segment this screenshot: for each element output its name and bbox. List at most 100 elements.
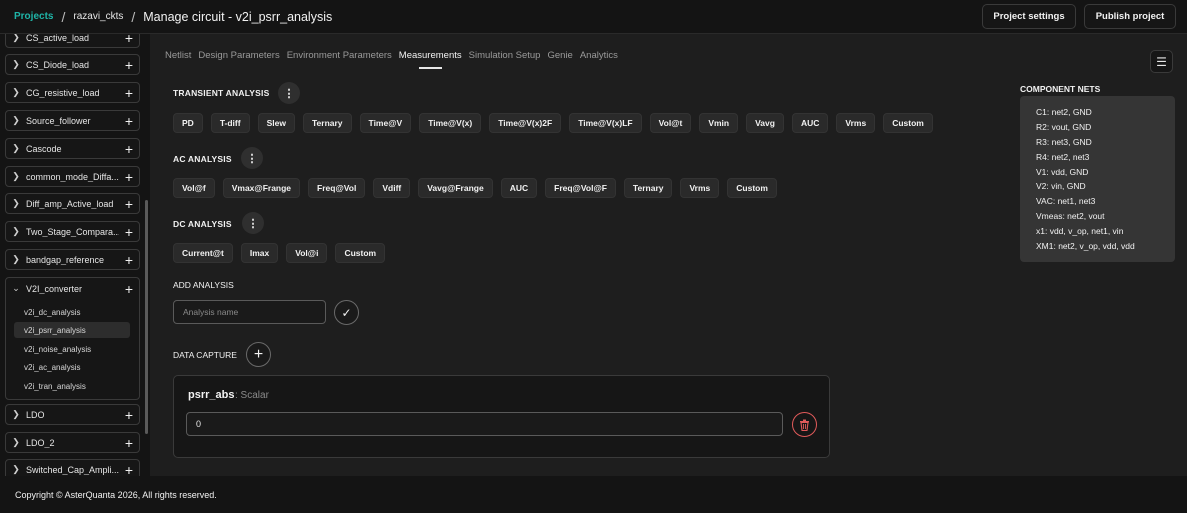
chip-vol-at-i[interactable]: Vol@i (286, 243, 328, 263)
sidebar-item-ldo[interactable]: ❯ LDO + (5, 404, 140, 425)
sidebar-item-source-follower[interactable]: ❯ Source_follower + (5, 110, 140, 131)
add-icon[interactable]: + (119, 225, 139, 239)
sidebar-item-cs-active-load[interactable]: ❯ CS_active_load + (5, 34, 140, 48)
capture-card: psrr_abs : Scalar 0 (173, 375, 830, 458)
menu-icon[interactable]: ☰ (1150, 50, 1173, 73)
sidebar-item-cascode[interactable]: ❯ Cascode + (5, 138, 140, 159)
trash-icon[interactable] (792, 412, 817, 437)
chip-vrms[interactable]: Vrms (680, 178, 720, 198)
chip-t-diff[interactable]: T-diff (210, 113, 250, 133)
capture-value-input[interactable]: 0 (186, 412, 783, 436)
chip-vmin[interactable]: Vmin (699, 113, 739, 133)
analysis-name-input[interactable] (173, 300, 326, 324)
chevron-right-icon[interactable]: ❯ (6, 226, 26, 237)
chip-vavg-at-frange[interactable]: Vavg@Frange (418, 178, 493, 198)
chevron-right-icon[interactable]: ❯ (6, 115, 26, 126)
sidebar-item-common-mode-diff[interactable]: ❯ common_mode_Diffa... + (5, 166, 140, 187)
chevron-right-icon[interactable]: ❯ (6, 34, 26, 43)
tab-measurements[interactable]: Measurements (399, 50, 462, 69)
add-icon[interactable]: + (119, 463, 139, 477)
sidebar-item-switched-cap-amplifier[interactable]: ❯ Switched_Cap_Ampli... + (5, 459, 140, 476)
chip-freq-at-vol[interactable]: Freq@Vol (308, 178, 366, 198)
chip-custom[interactable]: Custom (335, 243, 386, 263)
add-icon[interactable]: + (119, 86, 139, 100)
chip-slew[interactable]: Slew (257, 113, 295, 133)
chip-vdiff[interactable]: Vdiff (373, 178, 411, 198)
project-settings-button[interactable]: Project settings (982, 4, 1076, 29)
chevron-right-icon[interactable]: ❯ (6, 198, 26, 209)
more-options-icon[interactable]: ⋮ (278, 82, 300, 104)
sidebar-item-cs-diode-load[interactable]: ❯ CS_Diode_load + (5, 54, 140, 75)
tab-analytics[interactable]: Analytics (580, 50, 618, 69)
sidebar-child-v2i-ac-analysis[interactable]: v2i_ac_analysis (14, 359, 130, 375)
sidebar-item-ldo-2[interactable]: ❯ LDO_2 + (5, 432, 140, 453)
sidebar-item-two-stage-comparator[interactable]: ❯ Two_Stage_Compara... + (5, 221, 140, 242)
chip-auc[interactable]: AUC (500, 178, 538, 198)
chip-auc[interactable]: AUC (791, 113, 829, 133)
chevron-right-icon[interactable]: ❯ (6, 171, 26, 182)
net-line: R2: vout, GND (1036, 121, 1092, 132)
tab-simulation-setup[interactable]: Simulation Setup (469, 50, 541, 69)
publish-project-button[interactable]: Publish project (1084, 4, 1176, 29)
add-capture-icon[interactable]: + (246, 342, 271, 367)
sidebar-child-v2i-tran-analysis[interactable]: v2i_tran_analysis (14, 378, 130, 394)
main-panel: Netlist Design Parameters Environment Pa… (150, 34, 1187, 476)
tab-genie[interactable]: Genie (547, 50, 572, 69)
chip-freq-at-vol-at-f[interactable]: Freq@Vol@F (545, 178, 616, 198)
chevron-right-icon[interactable]: ❯ (6, 437, 26, 448)
chip-time-at-vx-2f[interactable]: Time@V(x)2F (489, 113, 562, 133)
sidebar-item-cg-resistive-load[interactable]: ❯ CG_resistive_load + (5, 82, 140, 103)
tab-netlist[interactable]: Netlist (165, 50, 191, 69)
check-icon[interactable]: ✓ (334, 300, 359, 325)
chip-custom[interactable]: Custom (883, 113, 933, 133)
breadcrumb-project[interactable]: razavi_ckts (73, 11, 123, 22)
chip-time-at-vx-lf[interactable]: Time@V(x)LF (569, 113, 642, 133)
sidebar-group-header[interactable]: ⌄ V2I_converter + (6, 278, 139, 299)
chip-pd[interactable]: PD (173, 113, 203, 133)
chip-ternary[interactable]: Ternary (623, 178, 673, 198)
chip-vol-at-t[interactable]: Vol@t (649, 113, 692, 133)
sidebar-item-diff-amp-active-load[interactable]: ❯ Diff_amp_Active_load + (5, 193, 140, 214)
add-icon[interactable]: + (119, 142, 139, 156)
add-icon[interactable]: + (119, 408, 139, 422)
chip-time-at-v[interactable]: Time@V (359, 113, 412, 133)
chevron-right-icon[interactable]: ❯ (6, 143, 26, 154)
sidebar-child-v2i-noise-analysis[interactable]: v2i_noise_analysis (14, 341, 130, 357)
chip-ternary[interactable]: Ternary (302, 113, 352, 133)
net-line: V1: vdd, GND (1036, 166, 1089, 177)
add-icon[interactable]: + (119, 436, 139, 450)
chevron-right-icon[interactable]: ❯ (6, 59, 26, 70)
sidebar-scrollbar[interactable] (145, 200, 148, 434)
chevron-right-icon[interactable]: ❯ (6, 464, 26, 475)
chevron-right-icon[interactable]: ❯ (6, 87, 26, 98)
chevron-down-icon[interactable]: ⌄ (6, 283, 26, 294)
chip-vavg[interactable]: Vavg (746, 113, 784, 133)
chevron-right-icon[interactable]: ❯ (6, 254, 26, 265)
transient-analysis-title: TRANSIENT ANALYSIS (173, 88, 270, 98)
add-icon[interactable]: + (119, 253, 139, 267)
chip-vol-at-f[interactable]: Vol@f (173, 178, 215, 198)
net-line: C1: net2, GND (1036, 107, 1092, 117)
add-icon[interactable]: + (119, 197, 139, 211)
sidebar-child-v2i-dc-analysis[interactable]: v2i_dc_analysis (14, 304, 130, 320)
add-icon[interactable]: + (119, 282, 139, 296)
chip-vrms[interactable]: Vrms (836, 113, 876, 133)
chevron-right-icon[interactable]: ❯ (6, 409, 26, 420)
chip-vmax-at-frange[interactable]: Vmax@Frange (222, 178, 301, 198)
tab-environment-parameters[interactable]: Environment Parameters (287, 50, 392, 69)
add-icon[interactable]: + (119, 58, 139, 72)
chip-current-at-t[interactable]: Current@t (173, 243, 233, 263)
sidebar-item-bandgap-reference[interactable]: ❯ bandgap_reference + (5, 249, 140, 270)
tab-design-parameters[interactable]: Design Parameters (198, 50, 279, 69)
chip-imax[interactable]: Imax (240, 243, 279, 263)
chip-time-at-vx[interactable]: Time@V(x) (419, 113, 482, 133)
more-options-icon[interactable]: ⋮ (241, 147, 263, 169)
add-icon[interactable]: + (119, 170, 139, 184)
chip-custom[interactable]: Custom (727, 178, 777, 198)
more-options-icon[interactable]: ⋮ (242, 212, 264, 234)
add-icon[interactable]: + (119, 34, 139, 45)
sidebar-child-v2i-psrr-analysis[interactable]: v2i_psrr_analysis (14, 322, 130, 338)
add-icon[interactable]: + (119, 114, 139, 128)
breadcrumb-projects[interactable]: Projects (14, 11, 53, 22)
tab-bar: Netlist Design Parameters Environment Pa… (165, 50, 625, 69)
